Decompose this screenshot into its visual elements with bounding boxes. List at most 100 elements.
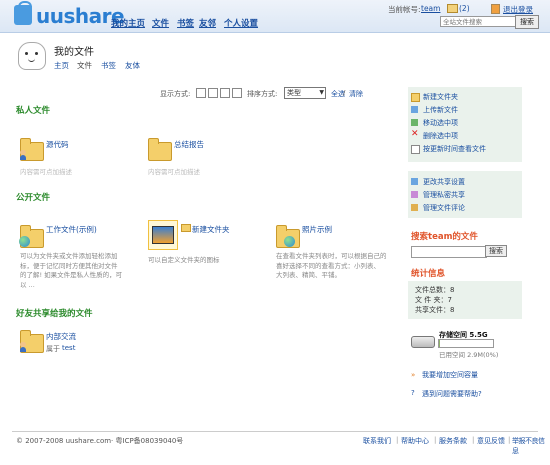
footer-divider [12,431,538,432]
storage-bar-fill [439,340,440,347]
file-desc-source: 内容需可点加描述 [20,168,72,176]
account-user-link[interactable]: team [421,4,440,13]
mail-count[interactable]: (2) [459,4,470,13]
footer-feedback[interactable]: 意见反馈 [477,436,505,446]
owner-label: 属于 [46,345,60,353]
storage-used: 已用空间 2.9M(0%) [439,351,499,359]
nav-files[interactable]: 文件 [152,17,169,29]
subtab-bookmarks[interactable]: 书签 [101,60,116,71]
footer-separator: | [396,436,399,444]
footer-separator: | [508,436,511,444]
sort-by-time-link[interactable]: 按更新时间查看文件 [423,144,486,154]
share-settings-icon [411,178,418,185]
subtab-files[interactable]: 文件 [77,60,92,71]
calendar-icon [411,145,420,154]
desc-line: 的了解! 如果文件是私人性质的，可 [20,271,123,279]
copyright: © 2007-2008 uushare.com· 粤ICP备08039040号 [16,437,184,445]
nav-friends[interactable]: 友邻 [199,17,216,29]
delete-icon: ✕ [411,129,419,139]
logo-bag-icon[interactable] [14,1,32,25]
private-share-icon [411,191,418,198]
upload-icon [411,106,418,113]
comments-link[interactable]: 管理文件评论 [423,203,465,213]
people-icon [19,342,27,352]
clear-selection-link[interactable]: 清除 [349,89,363,99]
folder-icon[interactable] [148,138,172,161]
logout-link[interactable]: 退出登录 [503,4,533,15]
stat-folders: 文 件 夹：7 [415,296,452,304]
view-large-list-icon[interactable] [208,88,218,98]
view-tile-icon[interactable] [232,88,242,98]
desc-line: 大列表、精简、平铺。 [276,271,341,279]
toolbar-separator: / [343,89,346,97]
private-share-link[interactable]: 管理私密共享 [423,190,465,200]
file-name-internal[interactable]: 内部交流 [46,331,76,342]
stat-shared-files: 共享文件：8 [415,306,455,314]
comments-icon [411,204,418,211]
avatar [18,42,46,70]
globe-icon [19,236,30,247]
section-public-title: 公开文件 [16,193,51,203]
new-folder-link[interactable]: 新建文件夹 [423,92,458,102]
user-search-title: 搜索team的文件 [411,232,478,242]
file-name-work[interactable]: 工作文件(示例) [46,224,97,235]
storage-bar [438,339,494,348]
file-desc-work: 可以为文件夹或文件添加轻松添加 标，便于记忆同时方便其他对文件 的了解! 如果文… [20,252,122,290]
file-name-source[interactable]: 源代码 [46,139,69,150]
desc-line: 可以为文件夹或文件添加轻松添加 [20,252,118,260]
sort-label: 排序方式: [247,90,278,98]
small-folder-icon [181,224,191,232]
logout-icon [491,4,500,14]
help-icon: ? [411,389,415,397]
page-title: 我的文件 [54,47,94,58]
nav-settings[interactable]: 个人设置 [224,17,258,29]
desc-line: 喜好选择不同的查看方式：小列表、 [276,261,380,270]
user-search-input[interactable] [411,246,487,258]
site-search-input[interactable] [440,16,516,27]
delete-link[interactable]: 删除选中项 [423,131,458,141]
user-search-button[interactable]: 搜索 [485,245,507,257]
subtab-friends[interactable]: 友体 [125,60,140,71]
nav-bookmarks[interactable]: 书签 [177,17,194,29]
desc-line: 在查看文件夹列表时，可以根据自己的 [276,252,387,260]
move-link[interactable]: 移动选中项 [423,118,458,128]
disk-icon [411,336,435,348]
right-sidebar: 新建文件夹 上传新文件 移动选中项 ✕ 删除选中项 按更新时间查看文件 更改共享… [408,87,522,454]
desc-line: 标，便于记忆同时方便其他对文件 [20,261,118,270]
more-space-link[interactable]: 我要增加空间容量 [422,370,478,380]
photo-folder-icon [152,226,174,244]
file-name-photos[interactable]: 照片示例 [302,224,332,235]
globe-icon [284,236,295,247]
stats-title: 统计信息 [411,269,446,279]
desc-line: 以 ... [20,280,35,289]
view-compact-icon[interactable] [220,88,230,98]
view-mode-label: 显示方式: [160,90,191,98]
file-desc-photos: 在查看文件夹列表时，可以根据自己的 喜好选择不同的查看方式：小列表、 大列表、精… [276,252,387,281]
site-search-button[interactable]: 搜索 [515,15,539,29]
section-shared-title: 好友共享给我的文件 [16,309,93,319]
sort-select[interactable]: 类型 [284,87,326,99]
account-label: 当前帐号: [388,5,421,14]
footer-contact[interactable]: 联系我们 [363,436,391,446]
nav-home[interactable]: 我的主页 [111,17,145,29]
people-icon [19,150,27,160]
stat-total-files: 文件总数：8 [415,286,455,294]
footer-separator: | [472,436,475,444]
owner-link[interactable]: test [62,344,75,352]
share-settings-link[interactable]: 更改共享设置 [423,177,465,187]
mail-icon[interactable] [447,4,458,13]
footer-report[interactable]: 举报不良信息 [512,436,550,456]
file-name-new-folder[interactable]: 新建文件夹 [192,224,230,235]
footer-separator: | [434,436,437,444]
desc-line: 可以自定义文件夹的图标 [148,256,220,264]
footer-help[interactable]: 帮助中心 [401,436,429,446]
footer-terms[interactable]: 服务条款 [439,436,467,446]
help-link[interactable]: 遇到问题需要帮助? [422,389,482,399]
file-name-report[interactable]: 总结报告 [174,139,204,150]
upload-link[interactable]: 上传新文件 [423,105,458,115]
subtab-home[interactable]: 主页 [54,60,69,71]
new-folder-icon [411,93,420,102]
arrow-icon: » [411,371,416,379]
view-small-list-icon[interactable] [196,88,206,98]
move-icon [411,119,418,126]
